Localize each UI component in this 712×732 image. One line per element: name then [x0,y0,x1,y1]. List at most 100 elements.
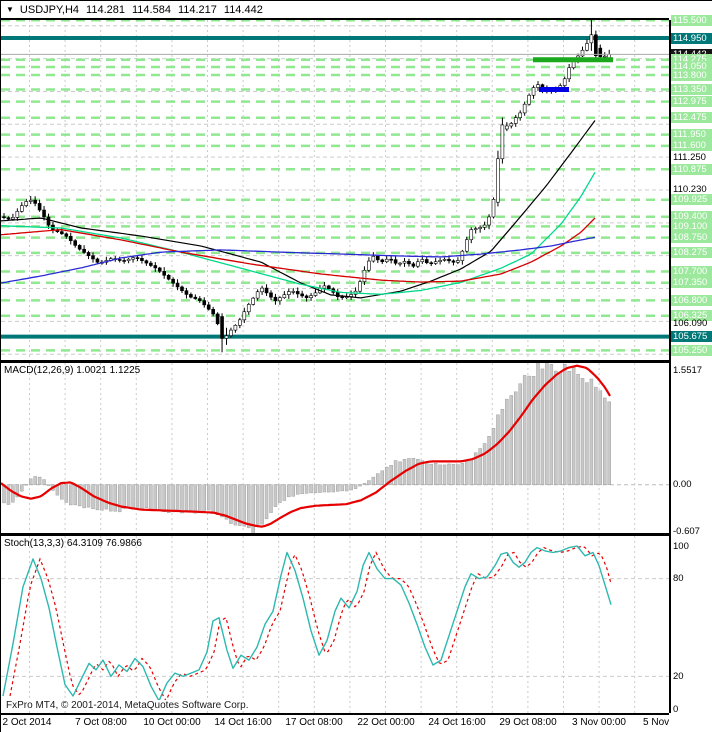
candle-body [580,49,585,57]
macd-bar [585,382,589,485]
candle-body [184,290,189,295]
candle-body [269,292,273,298]
candle-body [246,304,251,313]
macd-bar [158,484,162,511]
macd-bar [527,375,531,485]
stoch-axis-label: 80 [673,573,684,585]
macd-bar [37,476,42,485]
candle-body [327,285,331,290]
macd-bar [189,484,193,512]
candle-body [358,281,362,292]
candle-body [153,265,158,269]
price-axis-label: 105.675 [671,331,712,343]
macd-bar [478,448,482,485]
price-axis-label: 105.250 [671,344,712,356]
macd-bar [514,391,518,485]
candle-body [220,316,224,339]
ma-slowest-blue[interactable] [1,236,596,284]
macd-panel[interactable] [1,363,669,533]
stochastic-panel[interactable] [1,536,669,713]
candle-body [487,216,491,226]
candle-body [531,87,536,96]
candle-body [478,227,482,229]
candle-body [242,311,247,321]
price-axis-label: 108.750 [671,232,712,244]
macd-bar [447,463,451,485]
symbol-dropdown-icon[interactable]: ▼ [6,5,14,14]
candle-body [46,216,51,226]
chart-title-bar: ▼ USDJPY,H4 114.281 114.584 114.217 114.… [1,1,669,20]
macd-bar [198,484,202,511]
price-axis-label: 110.875 [671,163,712,175]
candle-body [300,293,304,297]
candle-body [144,260,149,264]
macd-bar [300,484,304,495]
candle-body [95,258,100,263]
macd-bar [465,459,469,485]
macd-axis-label: 0.00 [673,479,692,491]
macd-bar [433,462,438,485]
stoch-k-line[interactable] [2,545,612,702]
macd-bar [313,484,318,494]
price-axis-label: 107.700 [671,265,712,277]
candle-body [456,260,460,263]
candle-body [598,47,603,58]
candle-body [42,209,46,218]
macd-bar [117,484,122,513]
candle-body [589,34,594,44]
candle-body [149,262,153,266]
macd-bar [509,395,514,485]
candle-body [469,229,474,241]
macd-bar [580,378,585,485]
price-axis-label: 106.800 [671,294,712,306]
candle-body [175,282,180,288]
candle-body [198,298,202,301]
macd-bar [505,398,509,485]
macd-bar [349,484,353,491]
macd-bar [162,484,166,513]
candle-body [166,274,171,280]
candle-body [509,123,514,127]
ma-slow-red[interactable] [1,217,596,283]
stoch-axis-label: 20 [673,670,684,682]
chart-window: ▼ USDJPY,H4 114.281 114.584 114.217 114.… [0,0,712,732]
candle-body [117,259,122,261]
macd-bar [42,479,46,485]
symbol-period-label: USDJPY,H4 [19,3,80,16]
macd-bar [304,484,309,494]
macd-bar [113,484,117,512]
platform-copyright: FxPro MT4, © 2001-2014, MetaQuotes Softw… [3,700,252,711]
stochastic-canvas[interactable] [1,536,669,713]
price-axis-label: 108.275 [671,247,712,259]
macd-axis-label: 1.5517 [673,365,703,376]
candle-body [594,34,598,57]
macd-bar [166,484,171,514]
candle-body [500,124,505,160]
candle-body [451,260,456,263]
high-value: 114.584 [131,3,171,16]
date-axis[interactable]: 2 Oct 2014 7 Oct 08:00 10 Oct 00:00 14 Oct … [1,715,712,732]
candle-body [420,259,425,263]
price-axis[interactable]: 115.500114.950114.442114.275114.050113.8… [669,1,712,732]
date-axis-label: 14 Oct 16:00 [214,717,272,728]
main-chart-panel[interactable] [1,20,669,360]
stoch-d-line[interactable] [9,545,612,703]
macd-bar [247,484,251,529]
macd-bar [469,458,473,485]
price-axis-label: 106.090 [673,317,708,329]
main-chart-canvas[interactable] [1,20,669,360]
macd-bar [576,374,580,485]
candle-body [77,245,82,250]
macd-bar [287,484,291,498]
candle-body [24,201,29,206]
macd-bar [28,478,33,485]
macd-bar [109,484,113,512]
macd-canvas[interactable] [1,363,669,533]
macd-bar [567,371,571,485]
candle-body [380,259,385,263]
candle-body [260,287,264,293]
candle-body [224,335,229,339]
macd-bar [407,458,411,485]
candle-body [211,308,215,315]
macd-bar [135,484,140,510]
